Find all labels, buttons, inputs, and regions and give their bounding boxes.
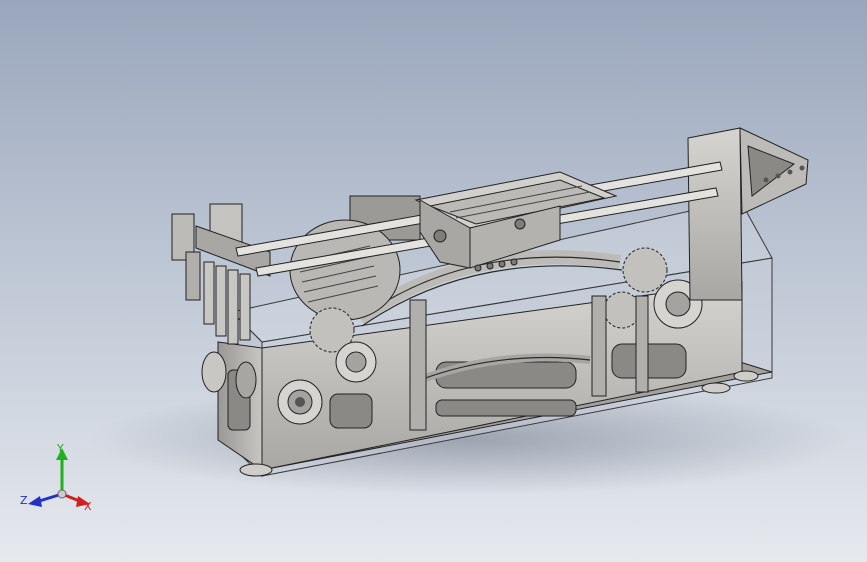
triad-origin bbox=[57, 489, 67, 499]
bearing-mid-left[interactable] bbox=[335, 341, 377, 383]
coordinate-triad-icon: Y X Z bbox=[20, 442, 92, 513]
bearing-front-left[interactable] bbox=[277, 379, 323, 425]
z-axis-label: Z bbox=[20, 494, 28, 507]
y-axis-label: Y bbox=[56, 442, 64, 455]
cad-assembly-model[interactable] bbox=[0, 0, 867, 562]
x-axis-label: X bbox=[84, 500, 92, 513]
graphics-viewport[interactable]: Y X Z bbox=[0, 0, 867, 562]
z-axis-head bbox=[28, 496, 42, 507]
